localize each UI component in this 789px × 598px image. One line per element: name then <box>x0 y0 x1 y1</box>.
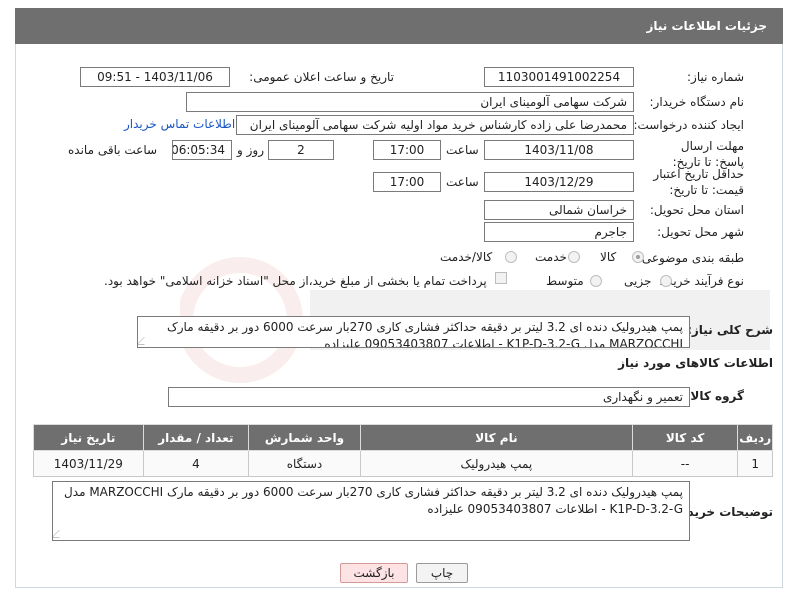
category-goods-radio[interactable] <box>632 251 644 263</box>
goods-group-label: گروه کالا: <box>685 389 744 403</box>
process-minor-radio[interactable] <box>660 275 672 287</box>
process-medium-radio[interactable] <box>590 275 602 287</box>
need-number-label: شماره نیاز: <box>687 70 744 84</box>
general-description-text: پمپ هیدرولیک دنده ای 3.2 لیتر بر دقیقه ح… <box>167 320 683 348</box>
col-row-header: ردیف <box>737 424 773 451</box>
category-goods-service-radio[interactable] <box>505 251 517 263</box>
back-button[interactable]: بازگشت <box>340 563 408 583</box>
cell-row: 1 <box>737 450 773 477</box>
cell-name: پمپ هیدرولیک <box>359 450 633 477</box>
creator-field: محمدرضا علی زاده کارشناس خرید مواد اولیه… <box>236 115 634 135</box>
goods-group-field: تعمیر و نگهداری <box>168 387 690 407</box>
city-field: جاجرم <box>484 222 634 242</box>
buyer-org-label: نام دستگاه خریدار: <box>649 95 745 109</box>
process-minor-label: جزیی <box>624 274 652 288</box>
col-code-header: کد کالا <box>631 424 739 451</box>
category-label: طبقه بندی موضوعی: <box>637 251 744 265</box>
print-button[interactable]: چاپ <box>416 563 468 583</box>
price-validity-time-label: ساعت <box>446 175 479 189</box>
cell-qty: 4 <box>142 450 250 477</box>
price-validity-date-field: 1403/12/29 <box>484 172 634 192</box>
announce-field: 1403/11/06 - 09:51 <box>80 67 230 87</box>
buyer-notes-text: پمپ هیدرولیک دنده ای 3.2 لیتر بر دقیقه ح… <box>64 485 683 516</box>
category-goods-service-label: کالا/خدمت <box>440 250 493 264</box>
cell-code: -- <box>631 450 739 477</box>
price-validity-label: حداقل تاریخ اعتبار قیمت: تا تاریخ: <box>653 167 744 197</box>
remaining-label: ساعت باقی مانده <box>68 143 158 157</box>
category-service-radio[interactable] <box>568 251 580 263</box>
contact-buyer-link[interactable]: اطلاعات تماس خریدار <box>124 117 235 131</box>
cell-date: 1403/11/29 <box>33 450 144 477</box>
cell-unit: دستگاه <box>248 450 361 477</box>
resize-handle-icon[interactable] <box>138 337 152 345</box>
payment-treasury-checkbox[interactable] <box>495 272 507 284</box>
process-medium-label: متوسط <box>546 274 584 288</box>
deadline-time-field: 17:00 <box>373 140 441 160</box>
creator-label: ایجاد کننده درخواست: <box>633 118 744 132</box>
items-table: ردیف کد کالا نام کالا واحد شمارش تعداد /… <box>33 424 773 477</box>
col-qty-header: تعداد / مقدار <box>142 424 250 451</box>
province-field: خراسان شمالی <box>484 200 634 220</box>
province-label: استان محل تحویل: <box>649 203 744 217</box>
page-title: جزئیات اطلاعات نیاز <box>15 8 783 44</box>
days-label: روز و <box>237 143 264 157</box>
announce-label: تاریخ و ساعت اعلان عمومی: <box>249 70 394 84</box>
price-validity-time-field: 17:00 <box>373 172 441 192</box>
general-description-field: پمپ هیدرولیک دنده ای 3.2 لیتر بر دقیقه ح… <box>137 316 690 348</box>
table-header-row: ردیف کد کالا نام کالا واحد شمارش تعداد /… <box>33 424 773 451</box>
goods-section-title: اطلاعات کالاهای مورد نیاز <box>618 356 773 370</box>
col-date-header: تاریخ نیاز <box>33 424 144 451</box>
remaining-time-field: 06:05:34 <box>172 140 232 160</box>
deadline-date-field: 1403/11/08 <box>484 140 634 160</box>
category-goods-label: کالا <box>600 250 617 264</box>
days-field: 2 <box>268 140 334 160</box>
buyer-notes-field: پمپ هیدرولیک دنده ای 3.2 لیتر بر دقیقه ح… <box>52 481 690 541</box>
need-number-field: 1103001491002254 <box>484 67 634 87</box>
col-name-header: نام کالا <box>359 424 633 451</box>
table-row[interactable]: 1 -- پمپ هیدرولیک دستگاه 4 1403/11/29 <box>33 450 773 477</box>
buyer-org-field: شرکت سهامی آلومینای ایران <box>186 92 634 112</box>
payment-note: پرداخت تمام یا بخشی از مبلغ خرید،از محل … <box>104 274 487 288</box>
general-description-label: شرح کلی نیاز: <box>687 323 773 337</box>
city-label: شهر محل تحویل: <box>657 225 744 239</box>
col-unit-header: واحد شمارش <box>248 424 361 451</box>
category-service-label: خدمت <box>535 250 567 264</box>
resize-handle-icon[interactable] <box>53 530 67 538</box>
deadline-time-label: ساعت <box>446 143 479 157</box>
